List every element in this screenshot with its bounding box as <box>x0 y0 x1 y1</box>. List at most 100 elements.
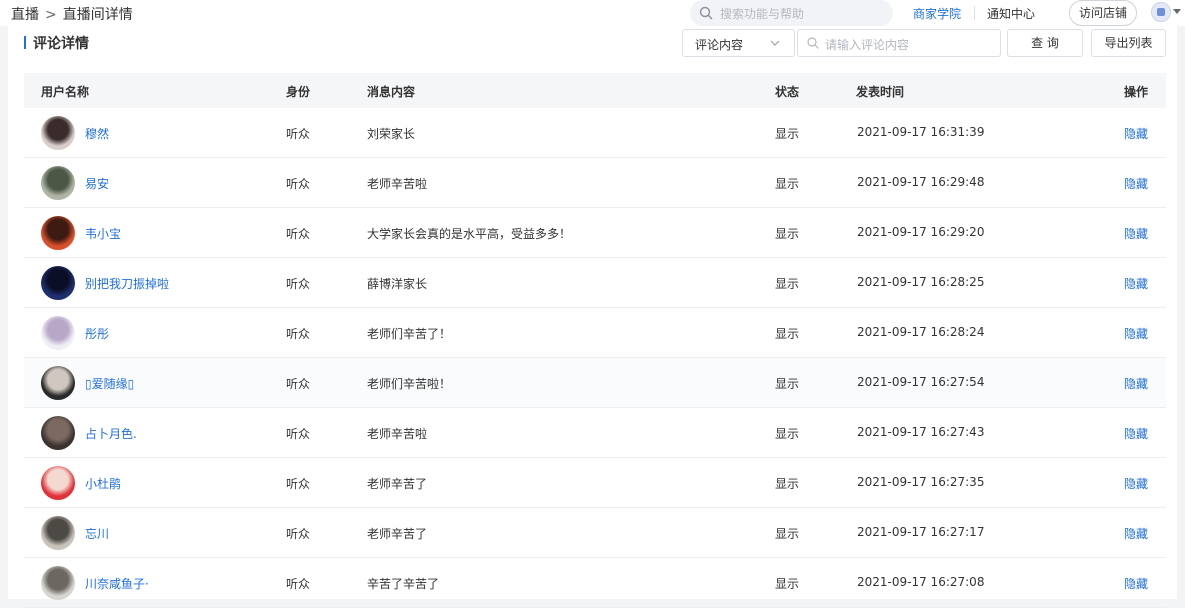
column-header-time: 发表时间 <box>856 85 905 99</box>
breadcrumb-separator: > <box>45 7 57 23</box>
message-content: 老师们辛苦了！ <box>367 327 452 341</box>
user-name-link[interactable]: 易安 <box>85 175 109 192</box>
user-name-link[interactable]: 穆然 <box>85 125 109 142</box>
user-avatar <box>41 566 75 600</box>
user-role: 听众 <box>286 427 311 441</box>
comment-details-panel: 评论详情 评论内容 请输入评论内容 查 询 导出列表 用户名称 身份 消息内容 … <box>8 26 1177 608</box>
hide-action-link[interactable]: 隐藏 <box>1124 225 1148 242</box>
status-text: 显示 <box>775 227 800 241</box>
user-avatar <box>41 316 75 350</box>
table-body: 穆然 听众 刘荣家长 显示 2021-09-17 16:31:39 隐藏 易安 听众 老师辛苦啦… <box>24 108 1166 608</box>
post-time: 2021-09-17 16:29:48 <box>857 175 985 189</box>
global-search-input[interactable]: 搜索功能与帮助 <box>690 0 893 26</box>
post-time: 2021-09-17 16:28:24 <box>857 325 985 339</box>
message-content: 老师辛苦啦 <box>367 427 428 441</box>
comments-table: 用户名称 身份 消息内容 状态 发表时间 操作 穆然 听众 刘荣家长 显示 2021-0… <box>24 73 1166 608</box>
table-row: ▯爱随缘▯ 听众 老师们辛苦啦！ 显示 2021-09-17 16:27:54 隐藏 <box>24 358 1166 408</box>
message-content: 大学家长会真的是水平高，受益多多！ <box>367 227 572 241</box>
user-name-link[interactable]: 川奈咸鱼子· <box>85 575 149 592</box>
table-row: 别把我刀振掉啦 听众 薛博洋家长 显示 2021-09-17 16:28:25 隐藏 <box>24 258 1166 308</box>
user-avatar <box>41 266 75 300</box>
chevron-down-icon <box>770 40 780 46</box>
status-text: 显示 <box>775 527 800 541</box>
hide-action-link[interactable]: 隐藏 <box>1124 425 1148 442</box>
message-content: 老师们辛苦啦！ <box>367 377 452 391</box>
user-role: 听众 <box>286 127 311 141</box>
user-name-link[interactable]: 忘川 <box>85 525 109 542</box>
table-row: 易安 听众 老师辛苦啦 显示 2021-09-17 16:29:48 隐藏 <box>24 158 1166 208</box>
post-time: 2021-09-17 16:27:43 <box>857 425 985 439</box>
header-divider <box>974 6 975 20</box>
user-avatar <box>41 116 75 150</box>
hide-action-link[interactable]: 隐藏 <box>1124 575 1148 592</box>
notification-center-link[interactable]: 通知中心 <box>987 5 1035 22</box>
search-icon <box>699 6 713 20</box>
merchant-academy-link[interactable]: 商家学院 <box>913 5 961 22</box>
user-avatar <box>41 216 75 250</box>
user-name-link[interactable]: 占卜月色. <box>85 425 137 442</box>
hide-action-link[interactable]: 隐藏 <box>1124 475 1148 492</box>
message-content: 老师辛苦了 <box>367 477 428 491</box>
message-content: 辛苦了辛苦了 <box>367 577 440 591</box>
table-row: 穆然 听众 刘荣家长 显示 2021-09-17 16:31:39 隐藏 <box>24 108 1166 158</box>
message-content: 刘荣家长 <box>367 127 416 141</box>
status-text: 显示 <box>775 177 800 191</box>
user-avatar <box>41 166 75 200</box>
breadcrumb: 直播 > 直播间详情 <box>11 4 133 24</box>
user-avatar <box>41 516 75 550</box>
filter-type-select[interactable]: 评论内容 <box>682 29 795 57</box>
user-role: 听众 <box>286 227 311 241</box>
message-content: 薛博洋家长 <box>367 277 428 291</box>
hide-action-link[interactable]: 隐藏 <box>1124 125 1148 142</box>
column-header-status: 状态 <box>775 85 800 99</box>
user-role: 听众 <box>286 477 311 491</box>
hide-action-link[interactable]: 隐藏 <box>1124 525 1148 542</box>
post-time: 2021-09-17 16:27:08 <box>857 575 985 589</box>
column-header-message: 消息内容 <box>367 85 416 99</box>
user-name-link[interactable]: 彤彤 <box>85 325 109 342</box>
caret-down-icon[interactable] <box>1173 9 1181 14</box>
global-search-placeholder: 搜索功能与帮助 <box>720 7 805 21</box>
title-accent-bar <box>24 36 26 49</box>
table-row: 占卜月色. 听众 老师辛苦啦 显示 2021-09-17 16:27:43 隐藏 <box>24 408 1166 458</box>
user-avatar <box>41 416 75 450</box>
column-header-username: 用户名称 <box>41 85 90 99</box>
user-name-link[interactable]: 小杜鹃 <box>85 475 121 492</box>
hide-action-link[interactable]: 隐藏 <box>1124 275 1148 292</box>
hide-action-link[interactable]: 隐藏 <box>1124 175 1148 192</box>
status-text: 显示 <box>775 377 800 391</box>
comment-search-input[interactable]: 请输入评论内容 <box>797 29 1001 57</box>
export-list-button[interactable]: 导出列表 <box>1091 29 1166 57</box>
hide-action-link[interactable]: 隐藏 <box>1124 375 1148 392</box>
account-avatar[interactable] <box>1151 2 1171 22</box>
top-bar: 直播 > 直播间详情 搜索功能与帮助 商家学院 通知中心 访问店铺 <box>0 0 1185 26</box>
user-name-link[interactable]: 别把我刀振掉啦 <box>85 275 169 292</box>
breadcrumb-current: 直播间详情 <box>62 7 133 23</box>
filter-type-value: 评论内容 <box>695 38 744 52</box>
message-content: 老师辛苦啦 <box>367 177 428 191</box>
table-row: 忘川 听众 老师辛苦了 显示 2021-09-17 16:27:17 隐藏 <box>24 508 1166 558</box>
query-button[interactable]: 查 询 <box>1007 29 1083 57</box>
user-role: 听众 <box>286 377 311 391</box>
hide-action-link[interactable]: 隐藏 <box>1124 325 1148 342</box>
column-header-role: 身份 <box>286 85 311 99</box>
search-icon <box>807 37 819 49</box>
column-header-action: 操作 <box>1124 85 1149 99</box>
user-name-link[interactable]: 韦小宝 <box>85 225 121 242</box>
breadcrumb-live[interactable]: 直播 <box>11 7 39 23</box>
user-role: 听众 <box>286 277 311 291</box>
user-role: 听众 <box>286 177 311 191</box>
user-name-link[interactable]: ▯爱随缘▯ <box>85 375 134 392</box>
table-row: 韦小宝 听众 大学家长会真的是水平高，受益多多！ 显示 2021-09-17 16:29… <box>24 208 1166 258</box>
user-role: 听众 <box>286 577 311 591</box>
status-text: 显示 <box>775 577 800 591</box>
post-time: 2021-09-17 16:27:35 <box>857 475 985 489</box>
user-avatar <box>41 366 75 400</box>
post-time: 2021-09-17 16:27:54 <box>857 375 985 389</box>
table-row: 彤彤 听众 老师们辛苦了！ 显示 2021-09-17 16:28:24 隐藏 <box>24 308 1166 358</box>
comment-search-placeholder: 请输入评论内容 <box>825 38 910 52</box>
visit-store-button[interactable]: 访问店铺 <box>1069 0 1137 26</box>
store-icon <box>1157 8 1165 16</box>
table-row: 川奈咸鱼子· 听众 辛苦了辛苦了 显示 2021-09-17 16:27:08 隐藏 <box>24 558 1166 608</box>
user-role: 听众 <box>286 527 311 541</box>
